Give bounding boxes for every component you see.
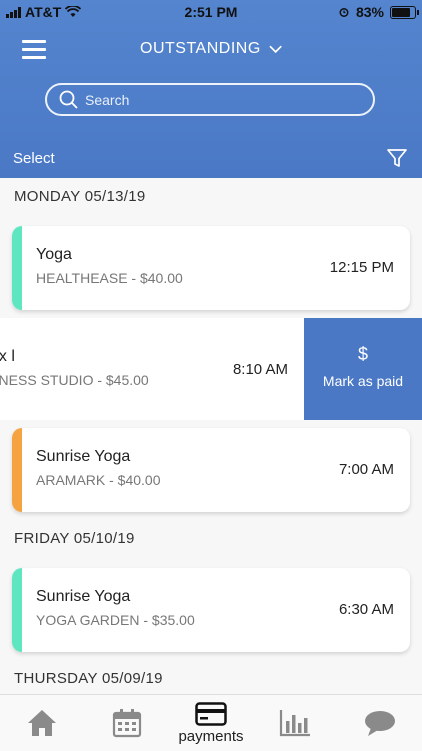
list-item[interactable]: ex l TNESS STUDIO - $45.00 8:10 AM <box>0 318 304 420</box>
tab-calendar[interactable] <box>97 695 157 751</box>
battery-icon <box>390 5 419 19</box>
chevron-down-icon <box>269 45 282 53</box>
alarm-icon <box>339 8 349 17</box>
class-title: ex l <box>0 348 15 365</box>
tab-reports[interactable] <box>265 695 325 751</box>
studio-price: ARAMARK - $40.00 <box>36 472 161 488</box>
day-header: MONDAY 05/13/19 <box>14 188 146 205</box>
dollar-icon: $ <box>357 344 368 364</box>
search-field[interactable] <box>45 83 375 116</box>
tab-bar: payments <box>0 694 422 751</box>
class-title: Yoga <box>36 246 72 263</box>
menu-icon[interactable] <box>22 40 46 60</box>
tab-payments[interactable]: payments <box>178 695 244 751</box>
header: AT&T 2:51 PM 83% OUTSTANDING Select <box>0 0 422 178</box>
chart-icon <box>280 710 311 737</box>
studio-price: HEALTHEASE - $40.00 <box>36 270 183 286</box>
filter-icon[interactable] <box>386 147 408 169</box>
day-header: THURSDAY 05/09/19 <box>14 670 163 687</box>
tab-messages[interactable] <box>350 695 410 751</box>
tab-home[interactable] <box>12 695 72 751</box>
payments-icon <box>195 701 227 726</box>
class-time: 7:00 AM <box>338 461 394 478</box>
list-item[interactable]: Yoga HEALTHEASE - $40.00 12:15 PM <box>12 226 410 310</box>
filter-label: OUTSTANDING <box>140 40 261 57</box>
tab-payments-label: payments <box>178 727 244 745</box>
swiped-list-item[interactable]: ex l TNESS STUDIO - $45.00 8:10 AM $ Mar… <box>0 318 422 420</box>
search-input[interactable] <box>83 90 347 109</box>
status-bar: AT&T 2:51 PM 83% <box>0 0 422 24</box>
class-time: 12:15 PM <box>329 259 394 276</box>
battery-percent: 83% <box>355 4 384 20</box>
home-icon <box>28 710 57 736</box>
status-accent <box>12 226 22 310</box>
class-time: 8:10 AM <box>232 361 288 378</box>
studio-price: TNESS STUDIO - $45.00 <box>0 372 149 388</box>
class-title: Sunrise Yoga <box>36 588 131 605</box>
studio-price: YOGA GARDEN - $35.00 <box>36 612 195 628</box>
mark-as-paid-label: Mark as paid <box>322 373 404 389</box>
class-title: Sunrise Yoga <box>36 448 131 465</box>
payments-list: MONDAY 05/13/19 Yoga HEALTHEASE - $40.00… <box>0 178 422 694</box>
search-icon <box>59 90 78 109</box>
select-button[interactable]: Select <box>13 150 55 167</box>
mark-as-paid-button[interactable]: $ Mark as paid <box>304 318 422 420</box>
list-item[interactable]: Sunrise Yoga YOGA GARDEN - $35.00 6:30 A… <box>12 568 410 652</box>
status-accent <box>12 428 22 512</box>
status-accent <box>12 568 22 652</box>
day-header: FRIDAY 05/10/19 <box>14 530 135 547</box>
calendar-icon <box>112 709 141 738</box>
list-item[interactable]: Sunrise Yoga ARAMARK - $40.00 7:00 AM <box>12 428 410 512</box>
status-filter-dropdown[interactable]: OUTSTANDING <box>140 40 282 58</box>
class-time: 6:30 AM <box>338 601 394 618</box>
chat-icon <box>364 711 395 736</box>
